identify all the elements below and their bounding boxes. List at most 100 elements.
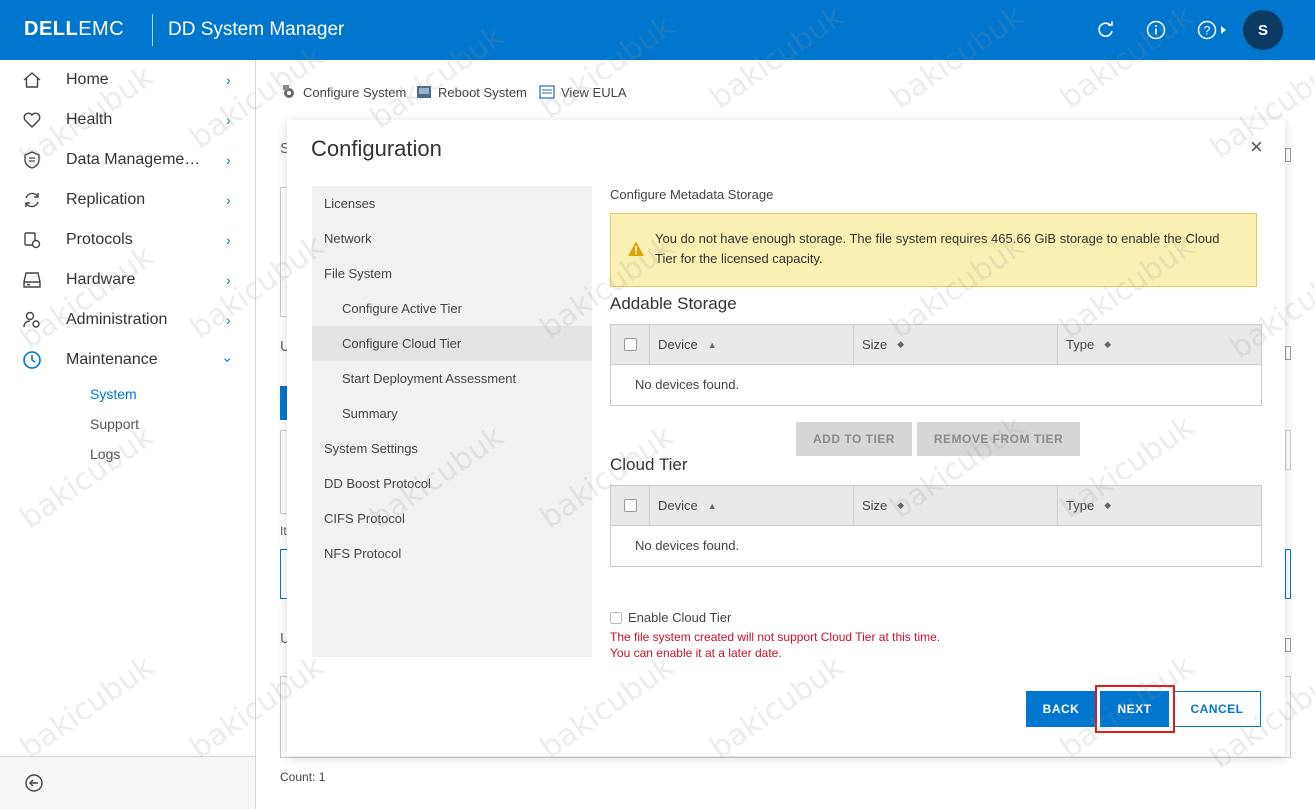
- collapse-sidebar-icon[interactable]: [24, 773, 44, 793]
- drive-icon: [22, 270, 42, 290]
- column-type[interactable]: Type ◆: [1057, 486, 1261, 525]
- sort-icon: ◆: [897, 500, 905, 510]
- step-network[interactable]: Network: [312, 221, 592, 256]
- column-device[interactable]: Device ▲: [649, 325, 853, 364]
- close-icon[interactable]: ×: [1250, 134, 1263, 160]
- reboot-icon: [417, 86, 431, 98]
- background-checkbox: [1285, 148, 1291, 162]
- sidebar-item-data-management[interactable]: Data Manageme… ›: [0, 140, 255, 180]
- sidebar-item-health[interactable]: Health ›: [0, 100, 255, 140]
- step-summary[interactable]: Summary: [312, 396, 592, 431]
- configuration-dialog: Configuration × Licenses Network File Sy…: [287, 120, 1285, 756]
- sidebar-item-replication[interactable]: Replication ›: [0, 180, 255, 220]
- enable-cloud-tier-label: Enable Cloud Tier: [628, 610, 732, 625]
- step-cifs-protocol[interactable]: CIFS Protocol: [312, 501, 592, 536]
- sidebar-nav: Home › Health › Data Manageme… › Replica…: [0, 60, 256, 809]
- sidebar-item-label: Health: [66, 111, 113, 128]
- user-avatar[interactable]: S: [1243, 10, 1283, 50]
- step-configure-active-tier[interactable]: Configure Active Tier: [312, 291, 592, 326]
- select-all-checkbox[interactable]: [611, 325, 649, 364]
- heart-icon: [22, 110, 42, 130]
- select-all-checkbox[interactable]: [611, 486, 649, 525]
- warning-text: You do not have enough storage. The file…: [655, 231, 1220, 266]
- admin-icon: [22, 310, 42, 330]
- sort-asc-icon: ▲: [707, 339, 717, 350]
- sync-icon: [22, 190, 42, 210]
- help-icon[interactable]: ?: [1196, 18, 1230, 42]
- sidebar-footer: [0, 756, 255, 809]
- step-dd-boost-protocol[interactable]: DD Boost Protocol: [312, 466, 592, 501]
- metadata-storage-label: Configure Metadata Storage: [610, 187, 774, 202]
- configure-system-label: Configure System: [303, 84, 407, 100]
- row-count: Count: 1: [280, 770, 326, 784]
- clock-icon: [22, 350, 42, 370]
- info-icon[interactable]: [1144, 18, 1168, 42]
- header-divider: [152, 14, 153, 46]
- background-text: It: [280, 524, 287, 538]
- chevron-right-icon: ›: [226, 192, 231, 208]
- step-configure-cloud-tier[interactable]: Configure Cloud Tier: [312, 326, 592, 361]
- column-size[interactable]: Size ◆: [853, 486, 1057, 525]
- view-eula-button[interactable]: View EULA: [539, 84, 627, 100]
- table-header: Device ▲ Size ◆ Type ◆: [611, 486, 1261, 526]
- step-start-deployment-assessment[interactable]: Start Deployment Assessment: [312, 361, 592, 396]
- sort-icon: ◆: [1104, 339, 1112, 349]
- sidebar-item-hardware[interactable]: Hardware ›: [0, 260, 255, 300]
- chevron-right-icon: ›: [226, 232, 231, 248]
- empty-message: No devices found.: [635, 377, 740, 392]
- background-panel: [1285, 430, 1291, 470]
- app-title: DD System Manager: [168, 19, 345, 40]
- view-eula-label: View EULA: [561, 84, 627, 100]
- background-panel: [1285, 549, 1291, 599]
- step-file-system[interactable]: File System: [312, 256, 592, 291]
- column-type[interactable]: Type ◆: [1057, 325, 1261, 364]
- error-message: You can enable it at a later date.: [610, 646, 782, 660]
- sort-icon: ◆: [1104, 500, 1112, 510]
- column-device[interactable]: Device ▲: [649, 486, 853, 525]
- addable-storage-title: Addable Storage: [610, 294, 737, 313]
- sidebar-subitem-support[interactable]: Support: [90, 416, 139, 432]
- svg-text:?: ?: [1204, 24, 1211, 38]
- chevron-right-icon: ›: [226, 152, 231, 168]
- step-licenses[interactable]: Licenses: [312, 186, 592, 221]
- configure-system-button[interactable]: Configure System: [281, 84, 406, 100]
- add-to-tier-button[interactable]: ADD TO TIER: [796, 422, 912, 456]
- cancel-button[interactable]: CANCEL: [1173, 691, 1261, 727]
- chevron-right-icon: ›: [226, 312, 231, 328]
- cloud-tier-title: Cloud Tier: [610, 455, 688, 474]
- back-button[interactable]: BACK: [1026, 691, 1096, 727]
- next-button-highlight: [1095, 685, 1175, 733]
- sidebar-item-administration[interactable]: Administration ›: [0, 300, 255, 340]
- top-header: DELLEMC DD System Manager ? S: [0, 0, 1315, 60]
- warning-icon: [628, 241, 644, 256]
- sidebar-item-label: Home: [66, 71, 109, 88]
- column-size[interactable]: Size ◆: [853, 325, 1057, 364]
- enable-cloud-tier-checkbox[interactable]: Enable Cloud Tier: [610, 610, 731, 625]
- checkbox[interactable]: [610, 611, 622, 624]
- gear-icon: [283, 85, 294, 98]
- sidebar-item-protocols[interactable]: Protocols ›: [0, 220, 255, 260]
- sidebar-item-label: Maintenance: [66, 351, 158, 368]
- sidebar-subitem-system[interactable]: System: [90, 386, 137, 402]
- step-system-settings[interactable]: System Settings: [312, 431, 592, 466]
- protocols-icon: [22, 230, 42, 250]
- background-checkbox: [1285, 346, 1291, 360]
- dialog-title: Configuration: [311, 136, 442, 161]
- sidebar-item-label: Replication: [66, 191, 146, 208]
- sidebar-item-label: Hardware: [66, 271, 136, 288]
- sidebar-item-maintenance[interactable]: Maintenance ›: [0, 340, 255, 380]
- refresh-icon[interactable]: [1094, 18, 1118, 42]
- addable-storage-table: Device ▲ Size ◆ Type ◆ No devices found.: [610, 324, 1262, 406]
- step-nfs-protocol[interactable]: NFS Protocol: [312, 536, 592, 571]
- error-message: The file system created will not support…: [610, 630, 941, 644]
- remove-from-tier-button[interactable]: REMOVE FROM TIER: [917, 422, 1080, 456]
- wizard-steps: Licenses Network File System Configure A…: [312, 186, 592, 657]
- table-body: No devices found.: [611, 526, 1261, 566]
- sort-icon: ◆: [897, 339, 905, 349]
- chevron-right-icon: ›: [226, 272, 231, 288]
- sidebar-item-label: Administration: [66, 311, 168, 328]
- sidebar-item-home[interactable]: Home ›: [0, 60, 255, 100]
- sidebar-subitem-logs[interactable]: Logs: [90, 446, 120, 462]
- chevron-right-icon: ›: [226, 112, 231, 128]
- reboot-system-button[interactable]: Reboot System: [416, 84, 527, 100]
